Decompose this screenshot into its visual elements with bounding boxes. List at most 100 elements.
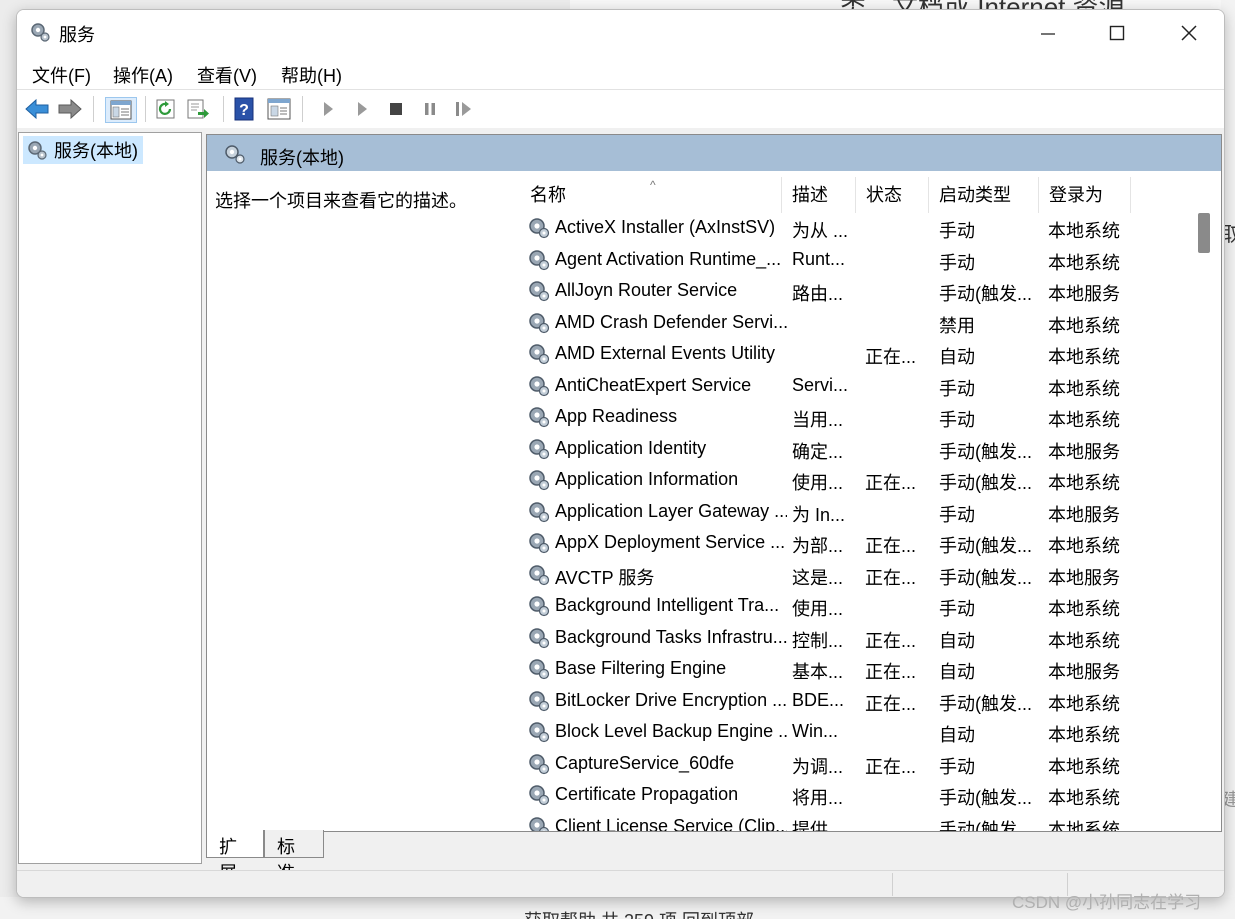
service-row[interactable]: Application Layer Gateway ... 为 In... 手动 本地… [512, 497, 1202, 528]
service-row[interactable]: AMD Crash Defender Servi... 禁用 本地系统 [512, 308, 1202, 339]
service-row[interactable]: CaptureService_60dfe 为调... 正在... 手动 本地系统 [512, 749, 1202, 780]
service-startup-type: 手动 [939, 252, 975, 273]
background-bottom-text: 获取帮助 共 259 项 回到顶部 [524, 907, 754, 919]
service-row[interactable]: Application Identity 确定... 手动(触发... 本地服务 [512, 434, 1202, 465]
service-startup-type: 手动(触发... [939, 567, 1032, 588]
service-row[interactable]: AMD External Events Utility 正在... 自动 本地系统 [512, 339, 1202, 370]
export-list-button[interactable] [185, 97, 211, 121]
column-header-name-label: 名称 [530, 185, 566, 205]
service-logon-as: 本地系统 [1048, 756, 1120, 777]
service-row[interactable]: ActiveX Installer (AxInstSV) 为从 ... 手动 本地系统 [512, 213, 1202, 244]
start-service-button[interactable] [315, 97, 341, 121]
service-description: 路由... [792, 284, 844, 304]
title-bar[interactable]: 服务 [17, 10, 1224, 56]
service-row[interactable]: AVCTP 服务 这是... 正在... 手动(触发... 本地服务 [512, 560, 1202, 591]
tree-item-services-local[interactable]: 服务(本地) [23, 136, 143, 164]
maximize-button[interactable] [1083, 10, 1151, 56]
service-name: BitLocker Drive Encryption ... [555, 689, 787, 710]
service-name: App Readiness [555, 406, 678, 426]
services-gear-icon [28, 141, 47, 160]
stop-service-button[interactable] [383, 97, 409, 121]
menu-action[interactable]: 操作(A) [113, 62, 173, 88]
service-logon-as: 本地服务 [1048, 504, 1120, 525]
service-row[interactable]: BitLocker Drive Encryption ... BDE... 正在..… [512, 686, 1202, 717]
column-header-logon-as[interactable]: 登录为 [1039, 177, 1131, 213]
menu-view[interactable]: 查看(V) [197, 62, 257, 88]
service-logon-as: 本地系统 [1048, 221, 1120, 241]
service-startup-type: 手动 [939, 378, 975, 399]
service-startup-type: 手动(触发... [939, 788, 1032, 808]
service-row[interactable]: AppX Deployment Service ... 为部... 正在... 手动(… [512, 528, 1202, 559]
service-name: Base Filtering Engine [555, 658, 727, 678]
service-description: 使用... [792, 599, 844, 619]
export-list-icon [187, 99, 209, 119]
service-name: AntiCheatExpert Service [555, 374, 752, 395]
window-title: 服务 [59, 25, 95, 45]
close-button[interactable] [1155, 10, 1223, 56]
tab-extended[interactable]: 扩展 [206, 830, 264, 883]
service-logon-as: 本地系统 [1048, 347, 1120, 367]
service-name: Background Tasks Infrastru... [555, 626, 787, 647]
column-header-description[interactable]: 描述 [782, 177, 856, 213]
service-gear-icon [529, 218, 550, 239]
service-row[interactable]: Base Filtering Engine 基本... 正在... 自动 本地服务 [512, 654, 1202, 685]
service-description: Win... [792, 721, 839, 741]
service-name: Block Level Backup Engine ... [555, 721, 787, 741]
column-header-status[interactable]: 状态 [856, 177, 929, 213]
service-description: 为调... [792, 756, 844, 777]
service-name: AMD External Events Utility [555, 343, 776, 363]
start-service-alt-button[interactable] [349, 97, 375, 121]
service-logon-as: 本地系统 [1048, 599, 1120, 619]
menu-file[interactable]: 文件(F) [32, 62, 91, 88]
service-startup-type: 手动(触发... [939, 536, 1032, 556]
tab-standard[interactable]: 标准 [264, 830, 324, 883]
refresh-button[interactable] [153, 97, 179, 121]
service-row[interactable]: Agent Activation Runtime_... Runt... 手动 本地系… [512, 245, 1202, 276]
service-name: Application Layer Gateway ... [555, 500, 787, 521]
service-logon-as: 本地系统 [1048, 378, 1120, 399]
service-name: AppX Deployment Service ... [555, 532, 786, 552]
service-description: Runt... [792, 248, 846, 269]
service-row[interactable]: Background Tasks Infrastru... 控制... 正在... 自… [512, 623, 1202, 654]
column-header-startup-type[interactable]: 启动类型 [929, 177, 1039, 213]
details-pane: 服务(本地) 选择一个项目来查看它的描述。 ^ 名称 描述 状态 启动类型 登录… [206, 134, 1222, 832]
service-logon-as: 本地服务 [1048, 441, 1120, 462]
service-row[interactable]: App Readiness 当用... 手动 本地系统 [512, 402, 1202, 433]
column-header-name[interactable]: ^ 名称 [520, 177, 782, 213]
service-status: 正在... [865, 567, 917, 588]
service-startup-type: 手动(触发... [939, 693, 1032, 714]
service-row[interactable]: Certificate Propagation 将用... 手动(触发... 本地系统 [512, 780, 1202, 811]
tree-item-label: 服务(本地) [54, 141, 138, 161]
service-logon-as: 本地服务 [1048, 284, 1120, 304]
service-gear-icon [529, 596, 550, 617]
service-row[interactable]: Client License Service (Clip... 提供... 手动(触… [512, 812, 1202, 831]
service-name: AllJoyn Router Service [555, 280, 738, 300]
menu-bar: 文件(F) 操作(A) 查看(V) 帮助(H) [17, 58, 1224, 88]
service-gear-icon [529, 281, 550, 302]
toolbar: ? [17, 89, 1224, 129]
service-description: 控制... [792, 630, 844, 651]
service-startup-type: 手动 [939, 504, 975, 525]
status-bar-divider [892, 873, 893, 896]
service-row[interactable]: AllJoyn Router Service 路由... 手动(触发... 本地服务 [512, 276, 1202, 307]
back-button[interactable] [24, 97, 50, 121]
service-row[interactable]: Background Intelligent Tra... 使用... 手动 本地系统 [512, 591, 1202, 622]
service-row[interactable]: AntiCheatExpert Service Servi... 手动 本地系统 [512, 371, 1202, 402]
service-startup-type: 手动(触发... [939, 441, 1032, 462]
service-startup-type: 手动(触发... [939, 473, 1032, 493]
forward-button[interactable] [57, 97, 83, 121]
restart-service-icon [456, 102, 471, 116]
restart-service-button[interactable] [451, 97, 477, 121]
help-button[interactable]: ? [231, 97, 257, 121]
properties-button[interactable] [266, 97, 292, 121]
service-status: 正在... [865, 630, 917, 651]
menu-help[interactable]: 帮助(H) [281, 62, 342, 88]
pause-service-button[interactable] [417, 97, 443, 121]
service-row[interactable]: Application Information 使用... 正在... 手动(触发..… [512, 465, 1202, 496]
service-row[interactable]: Block Level Backup Engine ... Win... 自动 本地系… [512, 717, 1202, 748]
service-startup-type: 自动 [939, 725, 975, 745]
service-gear-icon [529, 438, 550, 459]
show-hide-tree-button[interactable] [105, 97, 137, 123]
vertical-scrollbar-thumb[interactable] [1198, 213, 1210, 253]
minimize-button[interactable] [1014, 10, 1082, 56]
